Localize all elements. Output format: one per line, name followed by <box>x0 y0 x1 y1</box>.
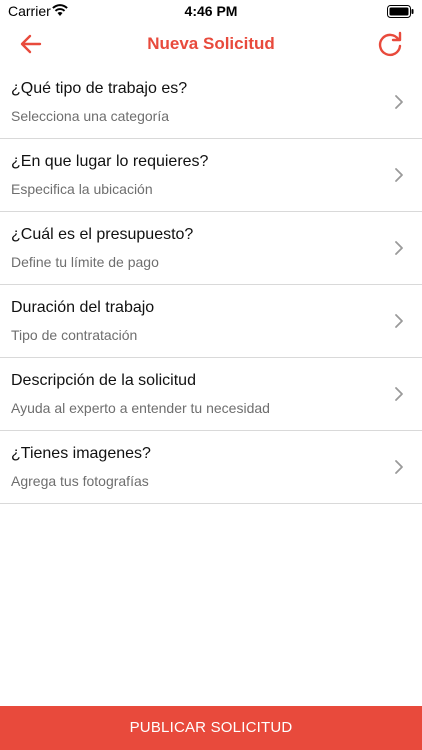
chevron-right-icon <box>395 314 403 328</box>
list-item-location[interactable]: ¿En que lugar lo requieres? Especifica l… <box>0 139 422 212</box>
list-item-title: Descripción de la solicitud <box>11 372 196 389</box>
list-item-duration[interactable]: Duración del trabajo Tipo de contratació… <box>0 285 422 358</box>
list-item-description[interactable]: Descripción de la solicitud Ayuda al exp… <box>0 358 422 431</box>
list-item-title: ¿Tienes imagenes? <box>11 445 151 462</box>
chevron-right-icon <box>395 460 403 474</box>
status-bar: Carrier 4:46 PM <box>0 0 422 22</box>
navigation-bar: Nueva Solicitud <box>0 22 422 66</box>
chevron-right-icon <box>395 241 403 255</box>
list-item-subtitle: Tipo de contratación <box>11 327 138 343</box>
page-title: Nueva Solicitud <box>147 34 275 53</box>
chevron-right-icon <box>395 95 403 109</box>
request-options-list: ¿Qué tipo de trabajo es? Selecciona una … <box>0 66 422 504</box>
list-item-subtitle: Agrega tus fotografías <box>11 473 149 489</box>
list-item-subtitle: Ayuda al experto a entender tu necesidad <box>11 400 270 416</box>
list-item-subtitle: Define tu límite de pago <box>11 254 159 270</box>
list-item-subtitle: Especifica la ubicación <box>11 181 153 197</box>
list-item-job-type[interactable]: ¿Qué tipo de trabajo es? Selecciona una … <box>0 66 422 139</box>
list-item-title: Duración del trabajo <box>11 299 155 316</box>
list-item-title: ¿Cuál es el presupuesto? <box>11 226 194 243</box>
publish-request-button[interactable]: PUBLICAR SOLICITUD <box>0 706 422 750</box>
chevron-right-icon <box>395 387 403 401</box>
status-time: 4:46 PM <box>184 3 238 19</box>
list-item-title: ¿En que lugar lo requieres? <box>11 153 209 170</box>
battery-icon <box>387 5 414 18</box>
list-item-budget[interactable]: ¿Cuál es el presupuesto? Define tu límit… <box>0 212 422 285</box>
chevron-right-icon <box>395 168 403 182</box>
list-item-title: ¿Qué tipo de trabajo es? <box>11 80 188 97</box>
list-item-images[interactable]: ¿Tienes imagenes? Agrega tus fotografías <box>0 431 422 504</box>
refresh-icon[interactable] <box>376 30 404 58</box>
list-item-subtitle: Selecciona una categoría <box>11 108 169 124</box>
